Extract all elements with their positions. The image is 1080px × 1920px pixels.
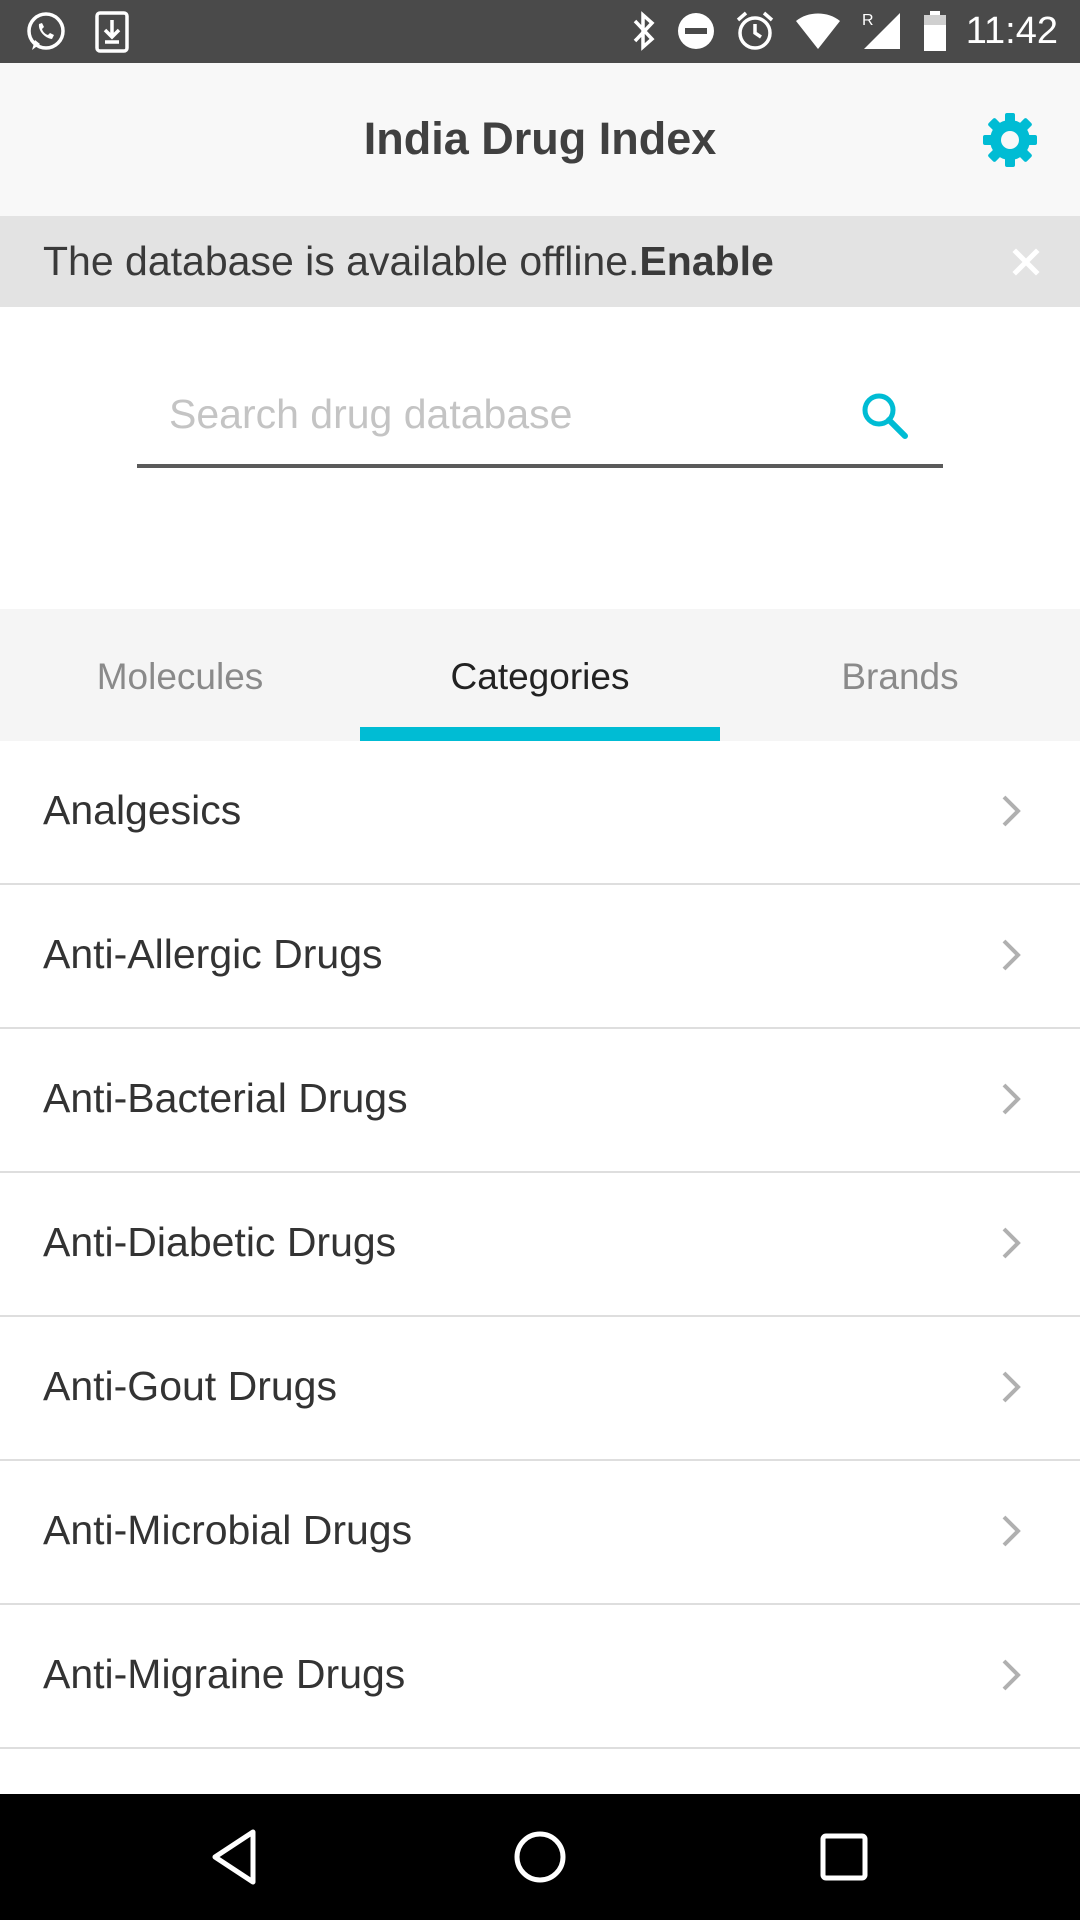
status-bar: R 11:42	[0, 0, 1080, 63]
whatsapp-icon	[24, 10, 68, 54]
home-icon	[514, 1831, 566, 1883]
list-item-label: Anti-Diabetic Drugs	[43, 1219, 397, 1265]
navigation-bar	[0, 1794, 1080, 1920]
svg-text:R: R	[862, 12, 874, 29]
tab-categories[interactable]: Categories	[360, 609, 720, 741]
page-title: India Drug Index	[363, 113, 717, 164]
download-icon	[94, 10, 130, 54]
list-item[interactable]: Analgesics	[0, 741, 1080, 885]
list-item[interactable]: Anti-Microbial Drugs	[0, 1461, 1080, 1605]
list-item[interactable]: Anti-Migraine Drugs	[0, 1605, 1080, 1749]
list-item-label: Anti-Bacterial Drugs	[43, 1075, 408, 1121]
chevron-right-icon	[1002, 795, 1021, 827]
search-input[interactable]	[169, 386, 829, 442]
app-bar: India Drug Index	[0, 63, 1080, 216]
search-icon	[862, 393, 908, 439]
category-list: Analgesics Anti-Allergic Drugs Anti-Bact…	[0, 741, 1080, 1749]
dismiss-banner-button[interactable]	[1002, 238, 1050, 286]
tab-brands[interactable]: Brands	[720, 609, 1080, 741]
list-item-label: Anti-Migraine Drugs	[43, 1651, 406, 1697]
list-item-label: Anti-Allergic Drugs	[43, 931, 383, 977]
chevron-right-icon	[1002, 1227, 1021, 1259]
tab-label: Molecules	[96, 656, 264, 697]
offline-message: The database is available offline.Enable	[43, 238, 774, 285]
back-icon	[212, 1829, 256, 1885]
chevron-right-icon	[1002, 1659, 1021, 1691]
home-button[interactable]	[507, 1824, 573, 1890]
tab-label: Brands	[841, 656, 959, 697]
tab-label: Categories	[450, 656, 630, 697]
recents-icon	[820, 1833, 868, 1881]
close-icon	[1012, 248, 1040, 276]
wifi-icon	[794, 11, 842, 51]
enable-offline-link[interactable]: Enable	[639, 238, 773, 284]
list-item-label: Analgesics	[43, 787, 242, 833]
tab-molecules[interactable]: Molecules	[0, 609, 360, 741]
list-item-label: Anti-Microbial Drugs	[43, 1507, 413, 1553]
back-button[interactable]	[203, 1824, 269, 1890]
bluetooth-icon	[630, 9, 658, 53]
offline-message-text: The database is available offline.	[43, 238, 640, 284]
chevron-right-icon	[1002, 1371, 1021, 1403]
active-tab-indicator	[360, 727, 720, 741]
settings-button[interactable]	[980, 110, 1040, 170]
alarm-icon	[734, 10, 776, 52]
search-button[interactable]	[857, 388, 913, 444]
list-item[interactable]: Anti-Diabetic Drugs	[0, 1173, 1080, 1317]
list-item-label: Anti-Gout Drugs	[43, 1363, 337, 1409]
do-not-disturb-icon	[676, 11, 716, 51]
chevron-right-icon	[1002, 1515, 1021, 1547]
chevron-right-icon	[1002, 939, 1021, 971]
list-item[interactable]: Anti-Allergic Drugs	[0, 885, 1080, 1029]
offline-banner: The database is available offline.Enable	[0, 216, 1080, 307]
recents-button[interactable]	[811, 1824, 877, 1890]
chevron-right-icon	[1002, 1083, 1021, 1115]
status-time: 11:42	[965, 10, 1058, 52]
signal-icon: R	[860, 9, 904, 53]
battery-icon	[922, 9, 948, 53]
list-item[interactable]: Anti-Gout Drugs	[0, 1317, 1080, 1461]
tab-bar: Molecules Categories Brands	[0, 609, 1080, 741]
search-bar	[137, 372, 943, 468]
list-item[interactable]: Anti-Bacterial Drugs	[0, 1029, 1080, 1173]
gear-icon	[983, 113, 1037, 167]
